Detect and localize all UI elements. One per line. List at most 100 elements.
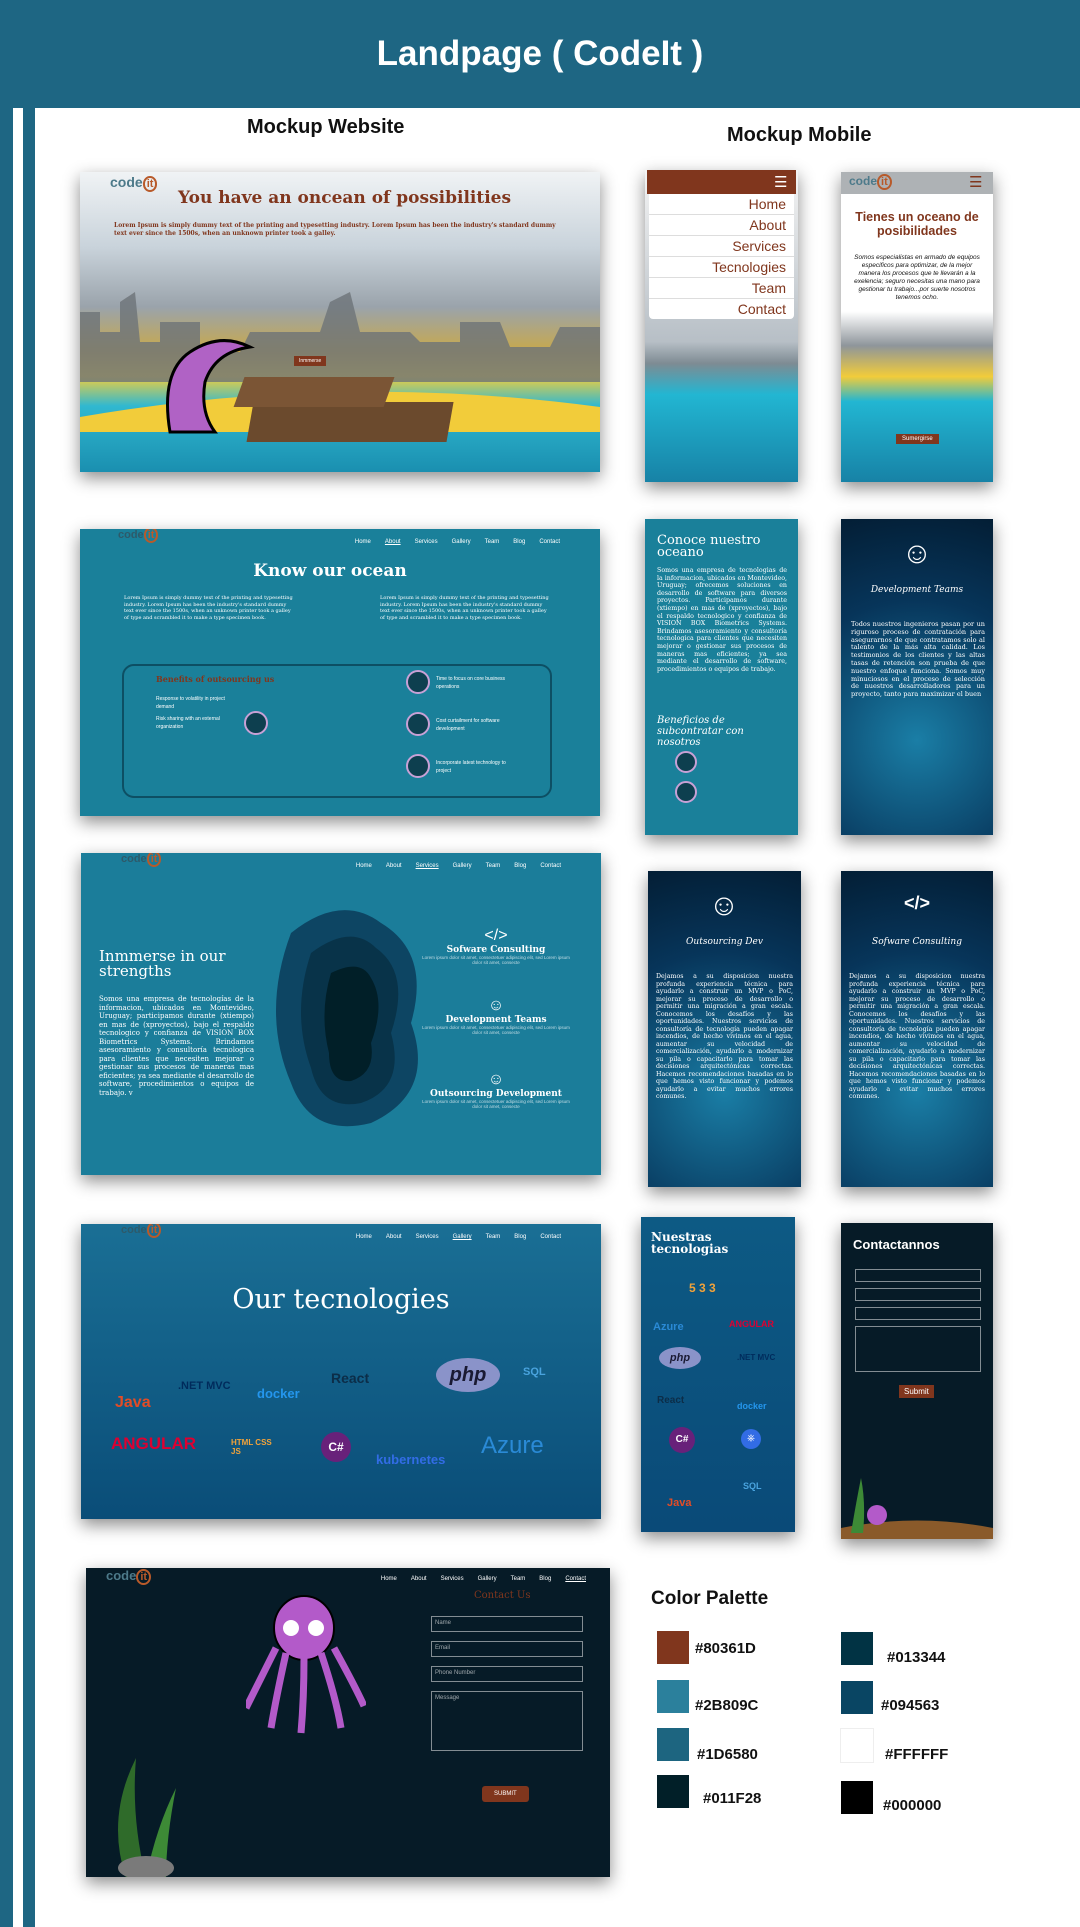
octopus-icon: ☺ [487, 1071, 505, 1088]
hamburger-icon[interactable]: ☰ [774, 173, 787, 191]
nav-team[interactable]: Team [486, 1234, 501, 1240]
nav-contact[interactable]: Contact [539, 539, 560, 545]
logo[interactable]: code it [121, 853, 162, 867]
logo[interactable]: code it [110, 174, 158, 192]
nav-services[interactable]: Services [415, 539, 438, 545]
section-text: Dejamos a su disposicion nuestra profund… [849, 973, 985, 1100]
nav-blog[interactable]: Blog [513, 539, 525, 545]
nav-about[interactable]: About [386, 863, 402, 869]
benefit-icon [244, 711, 268, 735]
nav-blog[interactable]: Blog [514, 863, 526, 869]
email-field[interactable] [855, 1288, 981, 1301]
nav-team[interactable]: Team [485, 539, 500, 545]
benefits-box: Benefits of outsourcing us Response to v… [122, 664, 552, 798]
section-title: Outsourcing Dev [686, 937, 763, 947]
section-title: Know our ocean [253, 561, 407, 581]
docker-logo: docker [257, 1386, 300, 1401]
menu-services[interactable]: Services [649, 236, 794, 257]
mobile-menu-mockup: ☰ Home About Services Tecnologies Team C… [645, 170, 798, 482]
section-text: Todos nuestros ingenieros pasan por un r… [851, 620, 985, 699]
sumergirse-button[interactable]: Sumergirse [896, 434, 939, 444]
logo[interactable]: code it [118, 529, 159, 543]
sql-logo: SQL [523, 1366, 546, 1378]
mobile-contact-mockup: Contactannos Submit [841, 1223, 993, 1539]
section-text: Somos una empresa de tecnologias de la i… [657, 567, 787, 673]
logo[interactable]: code it [121, 1224, 162, 1238]
color-label: #000000 [883, 1797, 942, 1814]
nav-blog[interactable]: Blog [539, 1576, 551, 1582]
menu-about[interactable]: About [649, 215, 794, 236]
nav-gallery[interactable]: Gallery [478, 1576, 497, 1582]
menu-tecnologies[interactable]: Tecnologies [649, 257, 794, 278]
logo[interactable]: code it [849, 174, 892, 190]
nav-about[interactable]: About [386, 1234, 402, 1240]
benefit-right-3: Incorporate latest technology to project [436, 760, 506, 774]
page-title: Landpage ( CodeIt ) [376, 34, 704, 73]
seabed-illustration [841, 1478, 993, 1539]
octopus-illustration [246, 1595, 366, 1734]
nav-about[interactable]: About [411, 1576, 427, 1582]
message-field[interactable] [855, 1326, 981, 1372]
nav-team[interactable]: Team [486, 863, 501, 869]
java-logo: Java [667, 1497, 692, 1509]
benefit-icon [406, 712, 430, 736]
benefit-right-1: Time to focus on core business operation… [436, 676, 506, 690]
section-title: Development Teams [870, 585, 964, 595]
menu-home[interactable]: Home [649, 194, 794, 215]
inmmerse-button[interactable]: Inmmerse [294, 356, 327, 366]
submit-button[interactable]: Submit [899, 1385, 934, 1398]
nav-home[interactable]: Home [356, 1234, 372, 1240]
nav-contact[interactable]: Contact [540, 863, 561, 869]
email-field[interactable]: Email [431, 1641, 583, 1657]
top-nav: Home About Services Gallery Team Blog Contact [356, 863, 561, 869]
nav-gallery[interactable]: Gallery [452, 539, 471, 545]
logo[interactable]: code it [106, 1568, 152, 1585]
web-know-ocean-mockup: code it Home About Services Gallery Team Blog C… [80, 529, 600, 816]
docker-logo: docker [737, 1401, 767, 1411]
nav-home[interactable]: Home [355, 539, 371, 545]
nav-team[interactable]: Team [511, 1576, 526, 1582]
name-field[interactable] [855, 1269, 981, 1282]
left-accent-bar-inner [23, 108, 35, 1927]
top-nav: Home About Services Gallery Team Blog Contact [355, 539, 560, 545]
color-label: #80361D [695, 1640, 756, 1657]
city-skyline-illustration [80, 292, 600, 442]
benefit-left-2: Risk sharing with an external organizati… [156, 716, 220, 730]
nav-contact[interactable]: Contact [565, 1576, 586, 1582]
page-header: Landpage ( CodeIt ) [0, 0, 1080, 108]
benefits-title: Benefits of outsourcing us [156, 674, 275, 684]
color-swatch [841, 1681, 873, 1714]
submit-button[interactable]: SUBMIT [482, 1786, 529, 1802]
kubernetes-logo: kubernetes [376, 1452, 446, 1467]
nav-services[interactable]: Services [416, 863, 439, 869]
phone-field[interactable]: Phone Number [431, 1666, 583, 1682]
about-col2: Lorem Ipsum is simply dummy text of the … [380, 595, 549, 621]
nav-services[interactable]: Services [441, 1576, 464, 1582]
nav-home[interactable]: Home [356, 863, 372, 869]
message-field[interactable]: Message [431, 1691, 583, 1751]
phone-field[interactable] [855, 1307, 981, 1320]
nav-blog[interactable]: Blog [514, 1234, 526, 1240]
contact-title: Contactannos [853, 1237, 940, 1252]
nav-services[interactable]: Services [416, 1234, 439, 1240]
color-label: #013344 [887, 1649, 946, 1666]
color-swatch [841, 1729, 873, 1762]
hamburger-icon[interactable]: ☰ [969, 173, 982, 191]
team-icon: ☺ [487, 997, 505, 1014]
menu-contact[interactable]: Contact [649, 299, 794, 319]
sql-logo: SQL [743, 1481, 762, 1491]
nav-about[interactable]: About [385, 539, 401, 545]
nav-gallery[interactable]: Gallery [453, 863, 472, 869]
name-field[interactable]: Name [431, 1616, 583, 1632]
left-accent-bar [0, 108, 13, 1927]
nav-gallery[interactable]: Gallery [453, 1234, 472, 1240]
menu-team[interactable]: Team [649, 278, 794, 299]
strengths-text: Somos una empresa de tecnologías de la i… [99, 995, 254, 1097]
section-title: Conoce nuestro oceano [657, 533, 761, 560]
service-text: Lorem ipsum dolor sit amet, consectetuer… [422, 1099, 570, 1109]
section-title: Sofware Consulting [872, 937, 962, 947]
nav-contact[interactable]: Contact [540, 1234, 561, 1240]
nav-home[interactable]: Home [381, 1576, 397, 1582]
web-hero-mockup: code it You have an oncean of possibiliti… [80, 172, 600, 472]
section-title: Nuestras tecnologias [651, 1230, 729, 1256]
